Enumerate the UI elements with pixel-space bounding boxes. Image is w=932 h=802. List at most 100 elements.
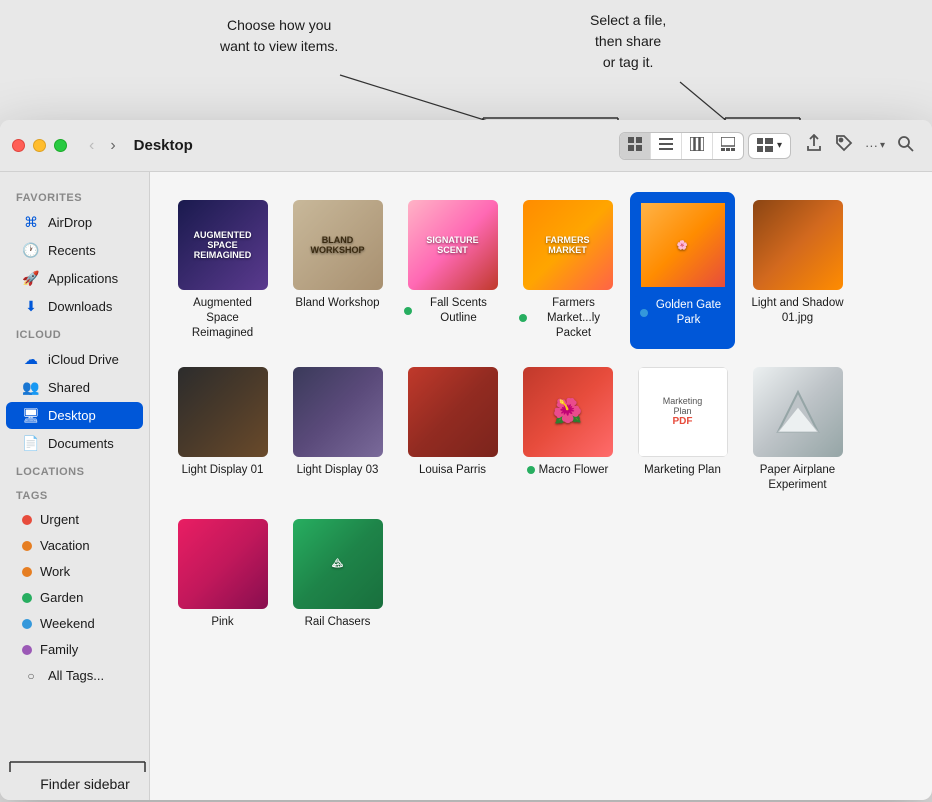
recents-icon: 🕐 xyxy=(22,242,40,259)
file-item-fall-scents[interactable]: SIGNATURESCENT Fall Scents Outline xyxy=(400,192,505,349)
farmers-tag-dot xyxy=(519,314,527,322)
file-name-louisa: Louisa Parris xyxy=(419,463,486,478)
sidebar-item-all-tags[interactable]: ○ All Tags... xyxy=(6,663,143,688)
sidebar-label-airdrop: AirDrop xyxy=(48,215,92,230)
sidebar-label-weekend: Weekend xyxy=(40,616,95,631)
file-name-macro: Macro Flower xyxy=(527,463,609,478)
back-button[interactable]: ‹ xyxy=(83,133,100,159)
sidebar-label-desktop: Desktop xyxy=(48,408,96,423)
file-name-light-display-03: Light Display 03 xyxy=(297,463,379,478)
file-thumb-macro: 🌺 xyxy=(523,367,613,457)
file-name-paper: Paper Airplane Experiment xyxy=(749,463,846,493)
sidebar-item-vacation[interactable]: Vacation xyxy=(6,533,143,558)
urgent-dot xyxy=(22,515,32,525)
file-item-golden-gate[interactable]: 🌸 Golden Gate Park xyxy=(630,192,735,349)
view-list-button[interactable] xyxy=(651,133,682,159)
file-item-macro[interactable]: 🌺 Macro Flower xyxy=(515,359,620,501)
sidebar-item-garden[interactable]: Garden xyxy=(6,585,143,610)
sidebar-item-work[interactable]: Work xyxy=(6,559,143,584)
sidebar: Favorites ⌘ AirDrop 🕐 Recents 🚀 Applicat… xyxy=(0,172,150,800)
nav-buttons: ‹ › xyxy=(83,133,122,159)
file-item-farmers[interactable]: FARMERSMARKET Farmers Market...ly Packet xyxy=(515,192,620,349)
weekend-dot xyxy=(22,619,32,629)
tag-button[interactable] xyxy=(829,130,859,161)
file-name-fall: Fall Scents Outline xyxy=(404,296,501,326)
applications-icon: 🚀 xyxy=(22,270,40,287)
sidebar-label-family: Family xyxy=(40,642,78,657)
location-title: Desktop xyxy=(134,137,193,154)
sidebar-item-airdrop[interactable]: ⌘ AirDrop xyxy=(6,209,143,236)
finder-window: ‹ › Desktop ▾ xyxy=(0,120,932,800)
file-name-marketing: Marketing Plan xyxy=(644,463,721,478)
file-thumb-augmented: AUGMENTEDSPACEREIMAGINED xyxy=(178,200,268,290)
sidebar-label-garden: Garden xyxy=(40,590,83,605)
content-area: Favorites ⌘ AirDrop 🕐 Recents 🚀 Applicat… xyxy=(0,172,932,800)
sidebar-item-family[interactable]: Family xyxy=(6,637,143,662)
vacation-dot xyxy=(22,541,32,551)
file-item-light-shadow[interactable]: Light and Shadow 01.jpg xyxy=(745,192,850,349)
file-item-paper[interactable]: Paper Airplane Experiment xyxy=(745,359,850,501)
tags-label: Tags xyxy=(0,482,149,506)
file-thumb-paper xyxy=(753,367,843,457)
sidebar-item-weekend[interactable]: Weekend xyxy=(6,611,143,636)
downloads-icon: ⬇ xyxy=(22,298,40,315)
sidebar-item-applications[interactable]: 🚀 Applications xyxy=(6,265,143,292)
file-name-augmented: AugmentedSpace Reimagined xyxy=(174,296,271,341)
file-thumb-golden: 🌸 xyxy=(638,200,728,290)
documents-icon: 📄 xyxy=(22,435,40,452)
sidebar-item-shared[interactable]: 👥 Shared xyxy=(6,374,143,401)
all-tags-icon: ○ xyxy=(22,669,40,683)
file-name-pink: Pink xyxy=(211,615,233,630)
file-item-bland[interactable]: BLANDWORKSHOP Bland Workshop xyxy=(285,192,390,349)
sidebar-item-documents[interactable]: 📄 Documents xyxy=(6,430,143,457)
minimize-button[interactable] xyxy=(33,139,46,152)
sidebar-label-work: Work xyxy=(40,564,70,579)
work-dot xyxy=(22,567,32,577)
file-thumb-light-display-01 xyxy=(178,367,268,457)
file-item-light-display-01[interactable]: Light Display 01 xyxy=(170,359,275,501)
file-name-rail: Rail Chasers xyxy=(305,615,371,630)
sidebar-item-desktop[interactable]: 🖥 Desktop xyxy=(6,402,143,429)
file-thumb-rail: 🏔 xyxy=(293,519,383,609)
sidebar-item-recents[interactable]: 🕐 Recents xyxy=(6,237,143,264)
macro-tag-dot xyxy=(527,466,535,474)
more-button[interactable]: ··· ▾ xyxy=(859,134,891,157)
icloud-label: iCloud xyxy=(0,321,149,345)
file-name-light-display-01: Light Display 01 xyxy=(182,463,264,478)
sidebar-item-downloads[interactable]: ⬇ Downloads xyxy=(6,293,143,320)
file-item-augmented[interactable]: AUGMENTEDSPACEREIMAGINED AugmentedSpace … xyxy=(170,192,275,349)
file-thumb-light-display-03 xyxy=(293,367,383,457)
favorites-label: Favorites xyxy=(0,184,149,208)
callout-share-tag: Select a file,then shareor tag it. xyxy=(590,10,666,73)
file-thumb-bland: BLANDWORKSHOP xyxy=(293,200,383,290)
search-button[interactable] xyxy=(891,131,920,161)
file-item-light-display-03[interactable]: Light Display 03 xyxy=(285,359,390,501)
file-name-bland: Bland Workshop xyxy=(295,296,379,311)
file-name-light-shadow: Light and Shadow 01.jpg xyxy=(749,296,846,326)
view-icon-button[interactable] xyxy=(620,133,651,159)
group-button[interactable]: ▾ xyxy=(748,133,791,159)
file-name-farmers: Farmers Market...ly Packet xyxy=(519,296,616,341)
title-bar: ‹ › Desktop ▾ xyxy=(0,120,932,172)
forward-button[interactable]: › xyxy=(104,133,121,159)
file-item-rail[interactable]: 🏔 Rail Chasers xyxy=(285,511,390,638)
golden-tag-dot xyxy=(640,309,648,317)
file-item-louisa[interactable]: Louisa Parris xyxy=(400,359,505,501)
view-column-button[interactable] xyxy=(682,133,713,159)
file-item-marketing[interactable]: MarketingPlanPDF Marketing Plan xyxy=(630,359,735,501)
sidebar-label-shared: Shared xyxy=(48,380,90,395)
share-button[interactable] xyxy=(799,130,829,161)
sidebar-item-icloud-drive[interactable]: ☁ iCloud Drive xyxy=(6,346,143,373)
maximize-button[interactable] xyxy=(54,139,67,152)
file-item-pink[interactable]: Pink xyxy=(170,511,275,638)
file-name-golden-gate: Golden Gate Park xyxy=(634,296,731,330)
shared-icon: 👥 xyxy=(22,379,40,396)
file-grid: AUGMENTEDSPACEREIMAGINED AugmentedSpace … xyxy=(150,172,932,800)
file-thumb-marketing: MarketingPlanPDF xyxy=(638,367,728,457)
close-button[interactable] xyxy=(12,139,25,152)
sidebar-item-urgent[interactable]: Urgent xyxy=(6,507,143,532)
sidebar-label-recents: Recents xyxy=(48,243,96,258)
view-gallery-button[interactable] xyxy=(713,133,743,159)
sidebar-label-all-tags: All Tags... xyxy=(48,668,104,683)
sidebar-label-icloud-drive: iCloud Drive xyxy=(48,352,119,367)
